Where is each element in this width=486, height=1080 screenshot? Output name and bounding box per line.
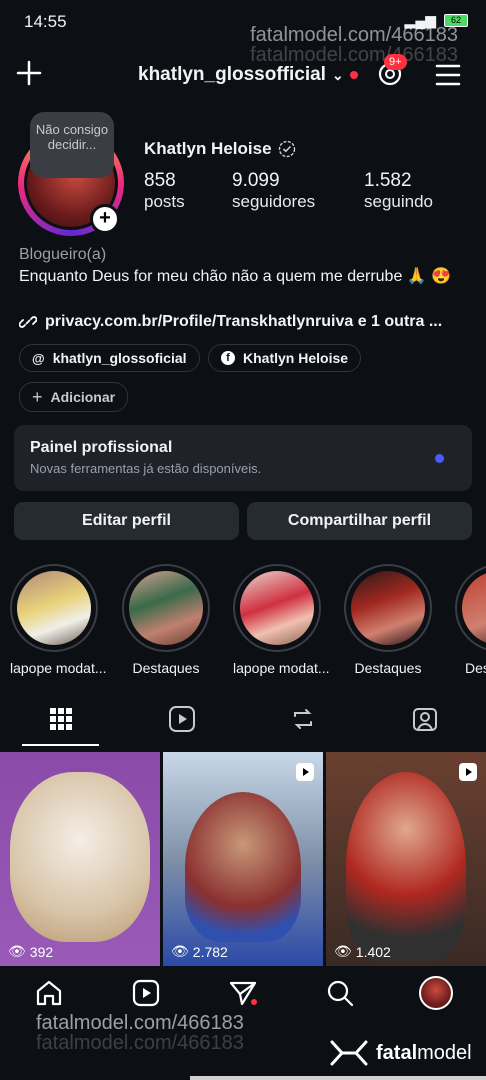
threads-icon: @ — [32, 350, 45, 366]
professional-dashboard[interactable]: Painel profissional Novas ferramentas já… — [14, 425, 472, 491]
add-story-icon[interactable]: + — [90, 204, 120, 234]
reel-icon — [296, 763, 314, 781]
direct-messages-icon[interactable] — [228, 978, 258, 1008]
add-link-button[interactable]: + Adicionar — [19, 382, 129, 412]
highlight-thumbnail — [351, 571, 425, 645]
chevron-down-icon: ⌄ — [331, 66, 344, 83]
stat-posts[interactable]: 858 posts — [144, 170, 185, 212]
verified-icon — [278, 140, 295, 158]
highlight-item[interactable]: Destaques — [122, 564, 210, 676]
stat-value: 1.582 — [364, 170, 412, 191]
highlight-label: Destaques — [354, 660, 422, 676]
post-tile[interactable]: 👁 392 — [0, 752, 160, 966]
account-switcher[interactable]: khatlyn_glossofficial ⌄ — [138, 64, 358, 86]
view-count: 👁 392 — [8, 943, 53, 960]
reel-icon — [459, 763, 477, 781]
highlight-thumbnail — [462, 571, 486, 645]
highlight-ring — [10, 564, 98, 652]
tagged-icon[interactable] — [410, 704, 440, 734]
highlight-label: Destaques — [132, 660, 200, 676]
fatalmodel-logo-icon — [330, 1040, 368, 1066]
plus-icon[interactable] — [14, 58, 44, 88]
highlight-ring — [455, 564, 486, 652]
panel-title: Painel profissional — [30, 439, 173, 456]
stat-label: seguidores — [232, 192, 316, 211]
highlight-label: Des — [465, 660, 486, 676]
eye-icon: 👁 — [171, 943, 189, 959]
profile-link[interactable]: privacy.com.br/Profile/Transkhatlynruiva… — [19, 313, 442, 331]
highlight-label: lapope modat... — [233, 660, 330, 676]
brand-text: fatal — [376, 1041, 418, 1064]
post-tile[interactable]: 👁 2.782 — [163, 752, 323, 966]
note-bubble[interactable]: Não consigo decidir... — [30, 112, 114, 178]
view-count: 👁 2.782 — [171, 943, 228, 960]
views-text: 1.402 — [355, 943, 391, 960]
notification-dot — [349, 71, 358, 79]
add-label: Adicionar — [50, 389, 116, 405]
chip-label: Khatlyn Heloise — [243, 350, 349, 366]
facebook-chip[interactable]: f Khatlyn Heloise — [208, 344, 362, 372]
stat-label: posts — [144, 192, 185, 211]
highlight-item[interactable]: Des — [455, 564, 486, 676]
link-icon — [19, 316, 37, 328]
highlight-label: lapope modat... — [10, 660, 107, 676]
search-icon[interactable] — [325, 978, 355, 1008]
highlight-thumbnail — [129, 571, 203, 645]
post-image — [185, 792, 301, 942]
highlight-item[interactable]: Destaques — [344, 564, 432, 676]
share-profile-button[interactable]: Compartilhar perfil — [247, 502, 472, 540]
view-count: 👁 1.402 — [334, 943, 391, 960]
profile-avatar-icon[interactable] — [419, 976, 453, 1010]
notification-badge: 9+ — [384, 54, 407, 70]
post-image — [10, 772, 150, 942]
highlight-ring — [233, 564, 321, 652]
bio-text: Enquanto Deus for meu chão não a quem me… — [19, 268, 452, 285]
highlight-ring — [122, 564, 210, 652]
watermark-text-ghost: fatalmodel.com/466183 — [36, 1032, 244, 1054]
display-name: Khatlyn Heloise — [144, 139, 296, 159]
highlight-item[interactable]: lapope modat... — [10, 564, 107, 676]
active-tab-indicator — [22, 744, 99, 746]
stat-following[interactable]: 1.582 seguindo — [364, 170, 433, 212]
category-label: Blogueiro(a) — [19, 246, 107, 263]
eye-icon: 👁 — [8, 943, 26, 959]
reels-nav-icon[interactable] — [131, 978, 161, 1008]
stat-value: 858 — [144, 170, 176, 191]
highlight-thumbnail — [240, 571, 314, 645]
views-text: 392 — [29, 943, 54, 960]
profile-link-text: privacy.com.br/Profile/Transkhatlynruiva… — [45, 313, 443, 330]
plus-icon: + — [32, 386, 43, 407]
views-text: 2.782 — [192, 943, 228, 960]
reels-icon[interactable] — [167, 704, 197, 734]
facebook-icon: f — [221, 351, 235, 365]
stat-followers[interactable]: 9.099 seguidores — [232, 170, 315, 212]
highlight-item[interactable]: lapope modat... — [233, 564, 330, 676]
top-bar: khatlyn_glossofficial ⌄ 9+ — [0, 54, 486, 98]
post-image — [346, 772, 466, 962]
menu-icon[interactable] — [434, 62, 462, 88]
username-label: khatlyn_glossofficial — [138, 64, 326, 85]
highlight-ring — [344, 564, 432, 652]
post-tile[interactable]: 👁 1.402 — [326, 752, 486, 966]
home-indicator — [190, 1076, 486, 1080]
status-time: 14:55 — [24, 12, 67, 31]
reposts-icon[interactable] — [288, 704, 318, 734]
eye-icon: 👁 — [334, 943, 352, 959]
stat-label: seguindo — [364, 192, 434, 211]
watermark-logo: fatalmodel — [330, 1038, 472, 1068]
stat-value: 9.099 — [232, 170, 280, 191]
panel-subtitle: Novas ferramentas já estão disponíveis. — [30, 461, 262, 476]
display-name-text: Khatlyn Heloise — [144, 139, 272, 158]
chip-label: khatlyn_glossoficial — [52, 350, 187, 366]
unread-dot — [435, 454, 444, 463]
brand-text-2: model — [417, 1041, 472, 1064]
threads-chip[interactable]: @ khatlyn_glossoficial — [19, 344, 200, 372]
edit-profile-button[interactable]: Editar perfil — [14, 502, 239, 540]
highlight-thumbnail — [17, 571, 91, 645]
home-icon[interactable] — [34, 978, 64, 1008]
grid-icon[interactable] — [46, 704, 76, 734]
profile-tabs — [0, 700, 486, 748]
